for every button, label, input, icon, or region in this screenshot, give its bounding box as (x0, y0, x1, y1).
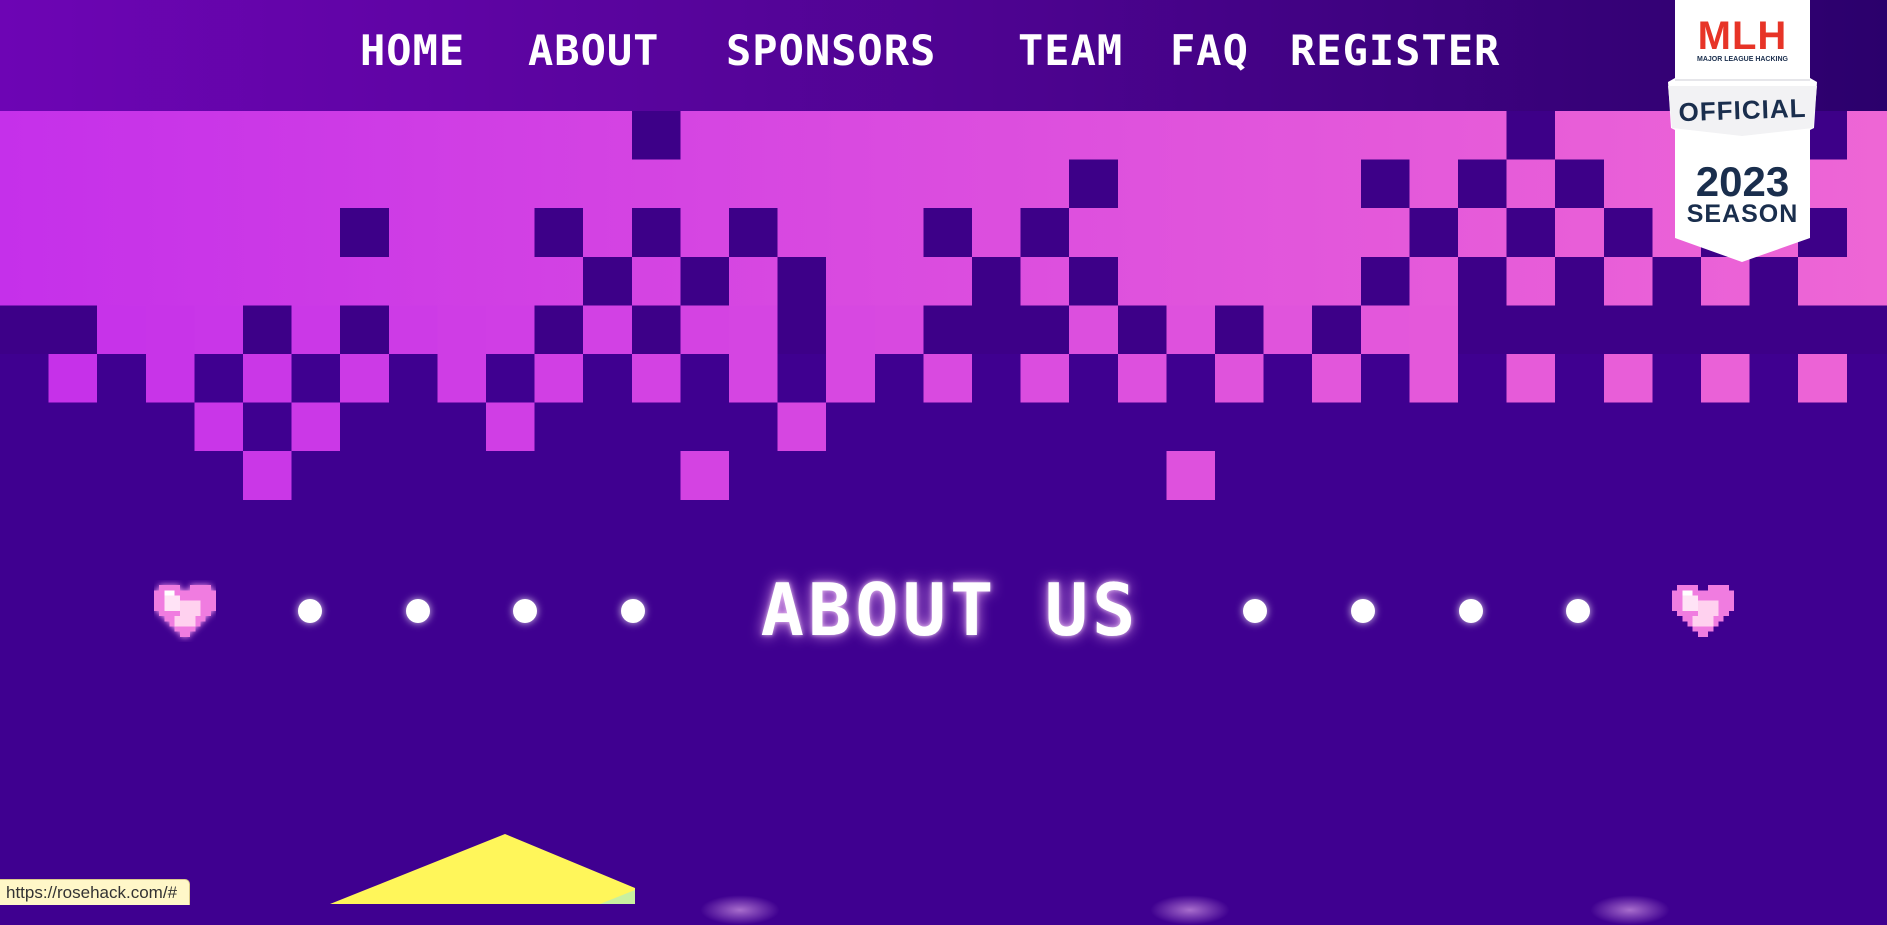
decor-dot (406, 599, 430, 623)
pink-pixel (291, 402, 341, 452)
nav-sponsors[interactable]: SPONSORS (726, 24, 936, 78)
pink-pixel (145, 354, 195, 403)
pink-pixel (340, 354, 389, 403)
pink-pixel (437, 354, 486, 403)
decor-dot (1243, 599, 1267, 623)
decor-dot (1351, 599, 1375, 623)
nav-faq[interactable]: FAQ (1170, 24, 1249, 78)
section-title: ABOUT US (760, 568, 1140, 652)
mlh-logo: MLH (1697, 14, 1788, 58)
pixel-heart-icon (1672, 585, 1734, 637)
pink-pixel (243, 451, 292, 500)
pink-pixel (1603, 354, 1653, 403)
nav-register[interactable]: REGISTER (1290, 24, 1500, 78)
pink-pixel (486, 402, 535, 452)
mlh-tagline: MAJOR LEAGUE HACKING (1696, 56, 1788, 63)
pink-pixel (777, 402, 827, 452)
pink-pixel (1506, 354, 1556, 403)
pink-pixel (631, 354, 681, 403)
pink-pixel (826, 354, 875, 403)
decor-dot (513, 599, 537, 623)
yellow-pixel-shape (330, 834, 635, 904)
mlh-year: 2023 (1695, 158, 1790, 205)
nav-about[interactable]: ABOUT (528, 24, 659, 78)
pink-pixel (534, 354, 584, 403)
pink-pixel (1117, 354, 1167, 403)
decor-glow (700, 895, 780, 925)
pink-pixel (243, 354, 292, 403)
pink-pixel (729, 354, 778, 403)
top-navigation: HOME ABOUT SPONSORS TEAM FAQ REGISTER (0, 0, 1887, 111)
nav-team[interactable]: TEAM (1018, 24, 1123, 78)
decor-glow (1590, 895, 1670, 925)
pink-pixel (1020, 354, 1070, 403)
pink-pixel (923, 354, 972, 403)
pink-pixel (48, 354, 98, 403)
pixel-heart-icon (154, 585, 216, 637)
pink-pixel (1166, 451, 1215, 500)
status-bar-url: https://rosehack.com/# (0, 879, 191, 905)
pink-pixel (194, 402, 243, 452)
decor-glow (1150, 895, 1230, 925)
nav-home[interactable]: HOME (360, 24, 465, 78)
pink-pixel (1701, 354, 1750, 403)
mlh-official-label: OFFICIAL (1678, 92, 1807, 128)
pink-pixel (1798, 354, 1847, 403)
mlh-trust-badge[interactable]: MLH MAJOR LEAGUE HACKING OFFICIAL 2023 S… (1665, 0, 1820, 262)
pink-pixel (1215, 354, 1264, 403)
section-title-row: ABOUT US (0, 560, 1887, 660)
pink-pixel (1409, 354, 1458, 403)
pixel-banner (0, 111, 1887, 313)
decor-dot (1459, 599, 1483, 623)
pink-pixel (680, 451, 729, 500)
decor-dot (1566, 599, 1590, 623)
mlh-season: SEASON (1686, 200, 1799, 228)
pink-pixel (1312, 354, 1361, 403)
decor-dot (298, 599, 322, 623)
